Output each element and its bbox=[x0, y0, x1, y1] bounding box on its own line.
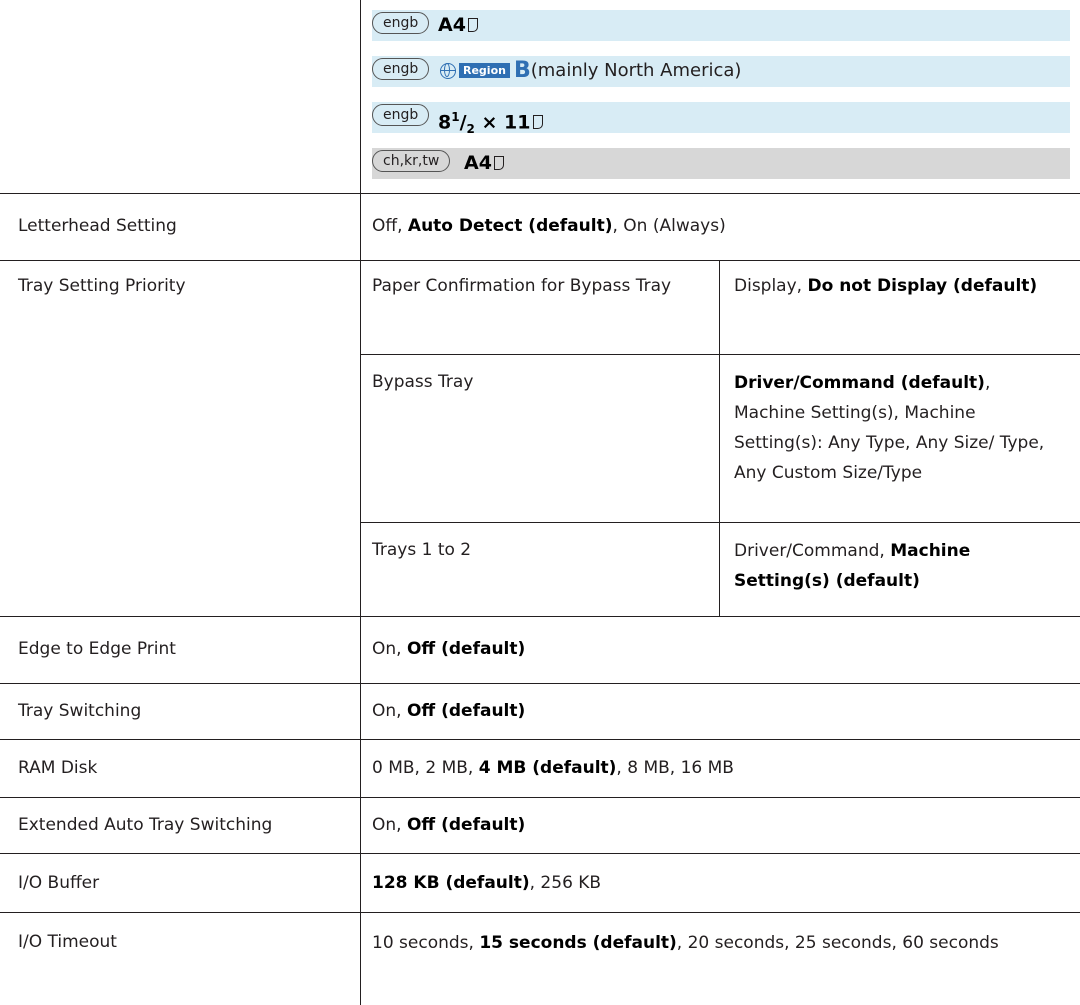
band-sup: 1 bbox=[451, 110, 460, 124]
region-tag-pill: engb bbox=[372, 104, 430, 126]
value-text: , 20 seconds, 25 seconds, 60 seconds bbox=[676, 933, 999, 953]
value-text: Off, bbox=[372, 216, 408, 236]
row-label-edge-to-edge: Edge to Edge Print bbox=[18, 639, 176, 659]
band-text: A4 bbox=[438, 11, 478, 39]
value-text: , 8 MB, 16 MB bbox=[616, 758, 734, 778]
row-divider bbox=[0, 853, 1080, 854]
value-text: On, bbox=[372, 701, 407, 721]
default-value: Do not Display (default) bbox=[807, 276, 1038, 296]
row-value-io-timeout: 10 seconds, 15 seconds (default), 20 sec… bbox=[372, 928, 1062, 959]
value-text: 0 MB, 2 MB, bbox=[372, 758, 479, 778]
value-text: , On (Always) bbox=[612, 216, 726, 236]
row-value-ram-disk: 0 MB, 2 MB, 4 MB (default), 8 MB, 16 MB bbox=[372, 754, 1062, 782]
band-value: (mainly North America) bbox=[530, 60, 742, 81]
row-value-tray-switching: On, Off (default) bbox=[372, 697, 1062, 725]
default-value: 128 KB (default) bbox=[372, 873, 530, 893]
row-value-edge-to-edge: On, Off (default) bbox=[372, 635, 1062, 663]
paper-portrait-icon bbox=[467, 18, 478, 32]
row-label-letterhead: Letterhead Setting bbox=[18, 216, 177, 236]
row-label-io-buffer: I/O Buffer bbox=[18, 873, 100, 893]
region-band-ch-kr-tw-a4: ch,kr,tw A4 bbox=[372, 148, 1070, 179]
row-value-extended-auto-tray: On, Off (default) bbox=[372, 811, 1062, 839]
region-tag-pill: ch,kr,tw bbox=[372, 150, 451, 172]
default-value: 4 MB (default) bbox=[478, 758, 617, 778]
band-slash: / bbox=[459, 111, 467, 134]
value-text: , 256 KB bbox=[529, 873, 602, 893]
sub-label-bypass-tray: Bypass Tray bbox=[372, 372, 474, 392]
region-letter: B bbox=[513, 58, 531, 83]
col-divider-sub bbox=[719, 260, 720, 616]
row-divider bbox=[0, 739, 1080, 740]
region-tag-pill: engb bbox=[372, 58, 430, 80]
sub-label-trays-1-to-2: Trays 1 to 2 bbox=[372, 540, 472, 560]
sub-value-bypass-tray: Driver/Command (default), Machine Settin… bbox=[734, 368, 1054, 488]
region-tag-pill: engb bbox=[372, 12, 430, 34]
row-divider bbox=[0, 912, 1080, 913]
region-band-engb-a4: engb A4 bbox=[372, 10, 1070, 41]
band-text: Region B(mainly North America) bbox=[440, 57, 741, 85]
region-band-engb-letter: engb 81/2 × 11 bbox=[372, 102, 1070, 136]
col-divider-left bbox=[360, 0, 361, 1005]
row-divider bbox=[0, 260, 1080, 261]
region-band-engb-region-b: engb Region B(mainly North America) bbox=[372, 56, 1070, 87]
sub-label-paper-confirmation: Paper Confirmation for Bypass Tray bbox=[372, 276, 672, 296]
row-divider bbox=[0, 797, 1080, 798]
row-divider bbox=[0, 683, 1080, 684]
value-text: Display, bbox=[734, 276, 808, 296]
default-value: Driver/Command (default) bbox=[734, 373, 985, 393]
sub-value-paper-confirmation: Display, Do not Display (default) bbox=[734, 272, 1064, 300]
row-divider bbox=[0, 193, 1080, 194]
band-value: A4 bbox=[464, 152, 492, 174]
row-divider bbox=[0, 616, 1080, 617]
sub-value-trays-1-to-2: Driver/Command, Machine Setting(s) (defa… bbox=[734, 536, 1054, 596]
row-divider bbox=[360, 354, 1080, 355]
value-text: Driver/Command, bbox=[734, 541, 891, 561]
band-text: 81/2 × 11 bbox=[438, 103, 543, 143]
region-label: Region bbox=[459, 63, 510, 78]
paper-portrait-icon bbox=[532, 115, 543, 130]
row-value-io-buffer: 128 KB (default), 256 KB bbox=[372, 869, 1062, 897]
default-value: Auto Detect (default) bbox=[407, 216, 613, 236]
row-value-letterhead: Off, Auto Detect (default), On (Always) bbox=[372, 212, 1062, 240]
row-divider bbox=[360, 522, 1080, 523]
band-value: A4 bbox=[438, 14, 466, 36]
band-tail: × 11 bbox=[474, 111, 531, 134]
default-value: Off (default) bbox=[406, 815, 526, 835]
value-text: 10 seconds, bbox=[372, 933, 480, 953]
row-label-io-timeout: I/O Timeout bbox=[18, 932, 117, 952]
band-sub: 2 bbox=[466, 122, 475, 137]
band-text: A4 bbox=[464, 149, 504, 177]
default-value: Off (default) bbox=[406, 701, 526, 721]
row-label-extended-auto-tray: Extended Auto Tray Switching bbox=[18, 815, 273, 835]
row-label-tray-setting-priority: Tray Setting Priority bbox=[18, 276, 186, 296]
row-label-tray-switching: Tray Switching bbox=[18, 701, 142, 721]
globe-icon bbox=[440, 63, 456, 79]
default-value: Off (default) bbox=[406, 639, 526, 659]
band-value: 8 bbox=[438, 111, 452, 134]
paper-portrait-icon bbox=[493, 156, 504, 170]
value-text: On, bbox=[372, 815, 407, 835]
value-text: On, bbox=[372, 639, 407, 659]
default-value: 15 seconds (default) bbox=[479, 933, 677, 953]
row-label-ram-disk: RAM Disk bbox=[18, 758, 98, 778]
